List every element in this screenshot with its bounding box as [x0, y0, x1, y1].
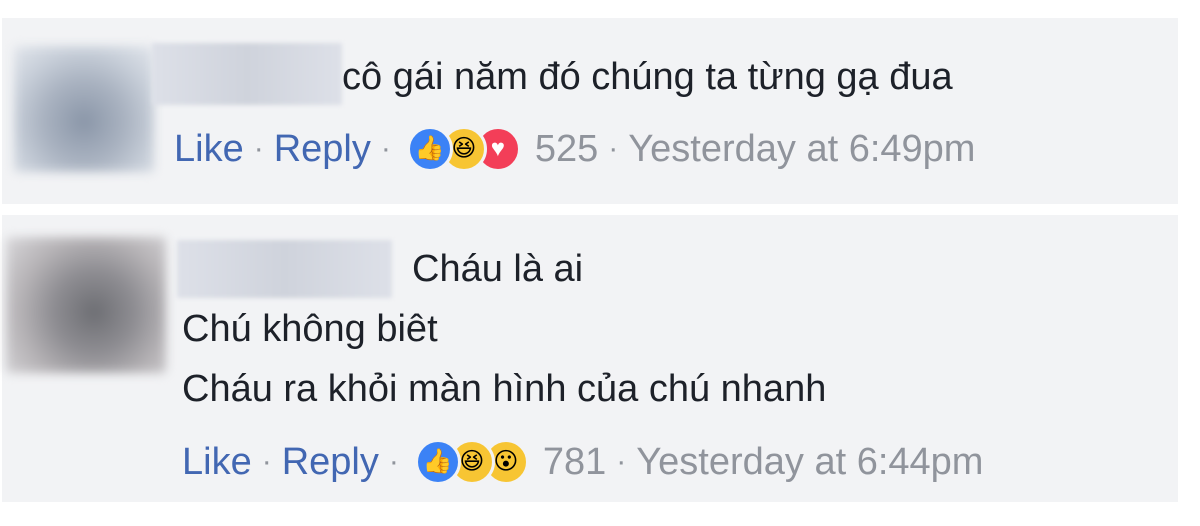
- reactions-summary[interactable]: 👍 😆 ♥: [406, 126, 521, 172]
- avatar[interactable]: [14, 46, 154, 172]
- commenter-name-blurred[interactable]: [177, 240, 392, 298]
- like-button[interactable]: Like: [174, 130, 244, 168]
- separator: ·: [261, 445, 272, 478]
- reaction-count[interactable]: 781: [543, 443, 606, 481]
- separator: ·: [388, 445, 399, 478]
- commenter-name-blurred[interactable]: [152, 43, 342, 105]
- avatar[interactable]: [6, 237, 166, 373]
- comment-text-line: Cháu ra khỏi màn hình của chú nhanh: [182, 368, 827, 410]
- comment-actions: Like · Reply · 👍 😆 😮 781 · Yesterday at …: [182, 439, 983, 485]
- comment-text-line: Cháu là ai: [412, 248, 584, 290]
- separator: ·: [616, 445, 627, 478]
- reply-button[interactable]: Reply: [274, 130, 371, 168]
- comment-text: cô gái năm đó chúng ta từng gạ đua: [342, 56, 953, 98]
- like-icon: 👍: [414, 439, 461, 485]
- timestamp[interactable]: Yesterday at 6:44pm: [636, 443, 983, 481]
- comment-text-line: Chú không biêt: [182, 308, 438, 350]
- separator: ·: [380, 132, 391, 165]
- comment: Cháu là ai Chú không biêt Cháu ra khỏi m…: [2, 215, 1178, 502]
- timestamp[interactable]: Yesterday at 6:49pm: [628, 130, 975, 168]
- like-icon: 👍: [406, 126, 453, 172]
- reaction-count[interactable]: 525: [535, 130, 598, 168]
- comment: cô gái năm đó chúng ta từng gạ đua Like …: [2, 18, 1178, 204]
- comment-actions: Like · Reply · 👍 😆 ♥ 525 · Yesterday at …: [174, 126, 975, 172]
- separator: ·: [608, 132, 619, 165]
- reply-button[interactable]: Reply: [282, 443, 379, 481]
- reactions-summary[interactable]: 👍 😆 😮: [414, 439, 529, 485]
- separator: ·: [253, 132, 264, 165]
- like-button[interactable]: Like: [182, 443, 252, 481]
